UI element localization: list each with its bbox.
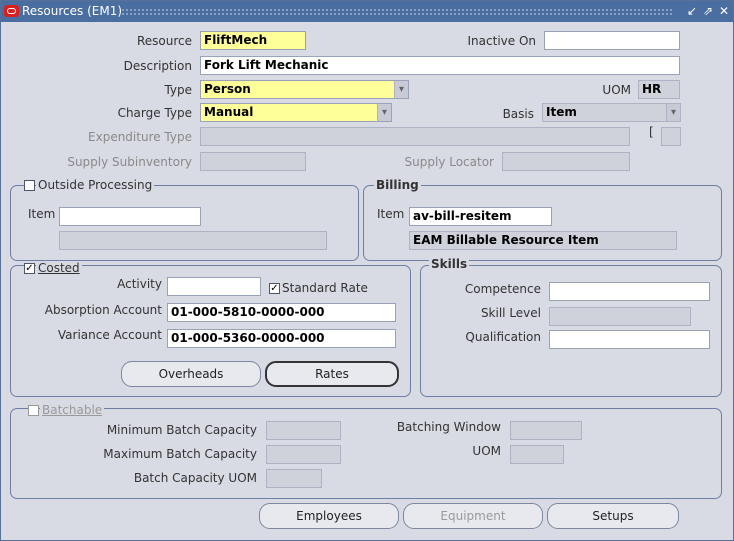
resource-field[interactable]: FliftMech <box>200 31 306 50</box>
skill-level-label: Skill Level <box>480 306 541 320</box>
batching-window-label: Batching Window <box>396 420 501 434</box>
variance-account-field[interactable]: 01-000-5360-0000-000 <box>167 329 396 348</box>
outside-processing-label: Outside Processing <box>36 178 155 192</box>
op-item-field[interactable] <box>59 207 201 226</box>
charge-type-label: Charge Type <box>117 106 192 120</box>
skills-title: Skills <box>429 257 470 271</box>
billing-item-field[interactable]: av-bill-resitem <box>409 207 552 226</box>
qualification-field[interactable] <box>549 330 710 349</box>
batchable-label: Batchable <box>40 403 105 417</box>
expenditure-type-field[interactable] <box>200 127 630 146</box>
minimize-icon[interactable]: ↙ <box>685 3 699 19</box>
batching-window-field[interactable] <box>510 421 582 440</box>
descriptive-flexfield[interactable] <box>661 127 681 146</box>
costed-checkbox[interactable]: ✓ <box>24 263 35 274</box>
batchable-checkbox[interactable] <box>28 405 39 416</box>
expenditure-type-label: Expenditure Type <box>88 130 192 144</box>
uom-field[interactable]: HR <box>638 80 680 99</box>
min-batch-capacity-label: Minimum Batch Capacity <box>106 423 257 437</box>
op-item-description[interactable] <box>59 231 327 250</box>
type-select[interactable]: Person <box>200 80 409 99</box>
supply-locator-label: Supply Locator <box>404 155 494 169</box>
basis-label: Basis <box>502 107 534 121</box>
batch-capacity-uom-label: Batch Capacity UOM <box>133 471 257 485</box>
supply-subinventory-field[interactable] <box>200 152 306 171</box>
basis-select[interactable]: Item <box>542 103 681 122</box>
uom-label: UOM <box>602 83 631 97</box>
costed-label: Costed <box>36 261 82 275</box>
absorption-account-label: Absorption Account <box>44 303 162 317</box>
close-icon[interactable]: ✕ <box>717 3 731 19</box>
op-item-label: Item <box>28 207 56 221</box>
qualification-label: Qualification <box>465 330 541 344</box>
max-batch-capacity-field[interactable] <box>266 445 341 464</box>
inactive-on-field[interactable] <box>544 31 680 50</box>
skill-level-field[interactable] <box>549 307 691 326</box>
batching-window-uom-label: UOM <box>472 444 501 458</box>
billing-item-description[interactable]: EAM Billable Resource Item <box>409 231 677 250</box>
resources-window: Resources (EM1) ↙ ⇗ ✕ Resource FliftMech… <box>0 0 734 541</box>
batch-capacity-uom-field[interactable] <box>266 469 322 488</box>
competence-field[interactable] <box>549 282 710 301</box>
billing-title: Billing <box>374 178 421 192</box>
resource-label: Resource <box>136 34 192 48</box>
outside-processing-checkbox[interactable] <box>24 180 35 191</box>
standard-rate-label: Standard Rate <box>282 281 368 295</box>
type-label: Type <box>164 83 192 97</box>
standard-rate-checkbox[interactable]: ✓ <box>269 283 280 294</box>
absorption-account-field[interactable]: 01-000-5810-0000-000 <box>167 303 396 322</box>
overheads-button[interactable]: Overheads <box>121 361 261 387</box>
title-bar[interactable]: Resources (EM1) ↙ ⇗ ✕ <box>1 1 733 22</box>
max-batch-capacity-label: Maximum Batch Capacity <box>103 447 257 461</box>
inactive-on-label: Inactive On <box>467 34 536 48</box>
oracle-logo-icon <box>4 5 19 17</box>
charge-type-select[interactable]: Manual <box>200 103 392 122</box>
activity-label: Activity <box>117 277 162 291</box>
title-bar-grip <box>121 8 673 15</box>
supply-subinventory-label: Supply Subinventory <box>67 155 192 169</box>
setups-button[interactable]: Setups <box>547 503 679 529</box>
competence-label: Competence <box>464 282 541 296</box>
activity-field[interactable] <box>167 277 261 296</box>
equipment-button[interactable]: Equipment <box>403 503 543 529</box>
employees-button[interactable]: Employees <box>259 503 399 529</box>
billing-item-label: Item <box>377 207 405 221</box>
batching-window-uom-field[interactable] <box>510 445 564 464</box>
min-batch-capacity-field[interactable] <box>266 421 341 440</box>
supply-locator-field[interactable] <box>502 152 630 171</box>
variance-account-label: Variance Account <box>57 328 162 342</box>
maximize-icon[interactable]: ⇗ <box>701 3 715 19</box>
description-label: Description <box>123 59 192 73</box>
rates-button[interactable]: Rates <box>265 361 399 387</box>
window-title: Resources (EM1) <box>22 4 123 18</box>
descriptive-flex-bracket: [ <box>649 125 654 139</box>
description-field[interactable]: Fork Lift Mechanic <box>200 56 680 75</box>
